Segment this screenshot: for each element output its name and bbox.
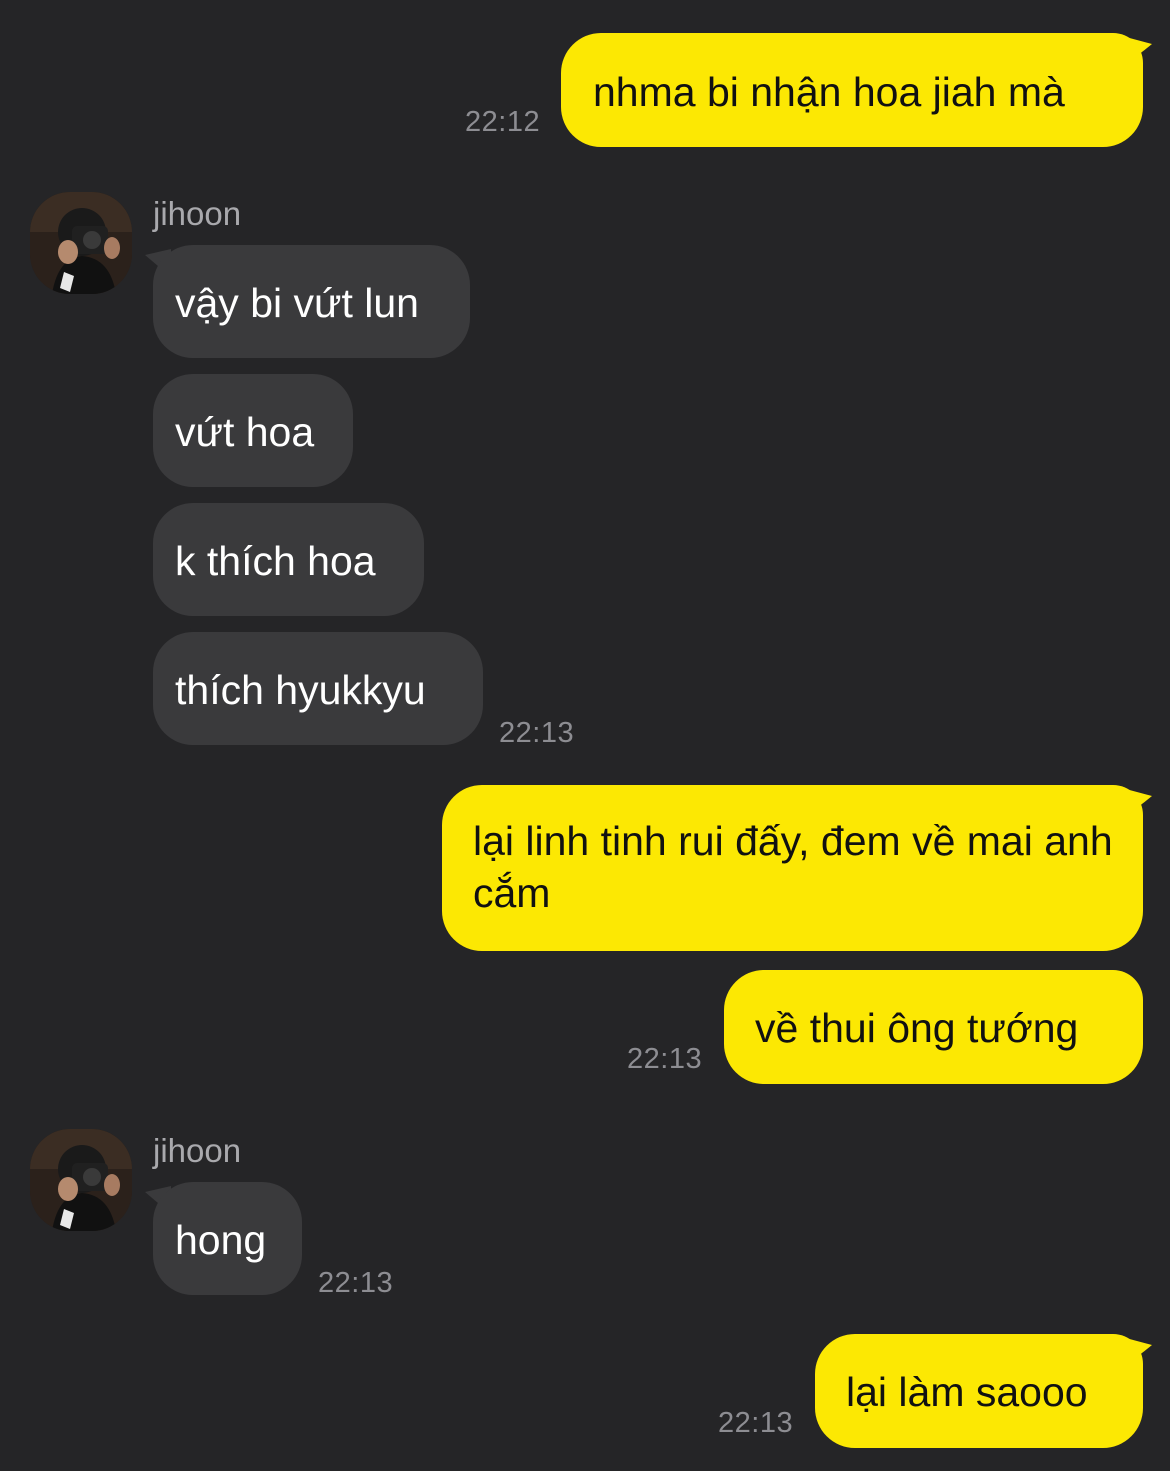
message-text: vậy bi vứt lun [175,280,419,326]
outgoing-message-bubble[interactable]: nhma bi nhận hoa jiah mà [561,33,1143,147]
incoming-message-bubble[interactable]: thích hyukkyu [153,632,483,745]
message-text: k thích hoa [175,538,376,584]
bubble-tail [1122,1337,1152,1369]
message-text: hong [175,1217,267,1263]
contact-avatar[interactable] [30,192,132,294]
bubble-tail [1122,788,1152,820]
sender-name: jihoon [153,1132,242,1169]
message-text: nhma bi nhận hoa jiah mà [593,69,1065,115]
message-timestamp: 22:13 [718,1407,794,1439]
incoming-message-bubble[interactable]: hong [153,1182,302,1295]
message-timestamp: 22:13 [318,1267,394,1299]
message-text: vứt hoa [175,409,315,455]
message-timestamp: 22:12 [465,106,541,138]
incoming-message-bubble[interactable]: vứt hoa [153,374,353,487]
sender-name: jihoon [153,195,242,232]
message-timestamp: 22:13 [627,1043,703,1075]
outgoing-message-bubble[interactable]: lại linh tinh rui đấy, đem về mai anh cắ… [442,785,1143,951]
bubble-tail [1122,36,1152,68]
message-timestamp: 22:13 [499,717,575,749]
message-text: lại linh tinh rui đấy, đem về mai anh cắ… [473,818,1113,916]
avatar-photo-icon [30,1129,132,1231]
incoming-message-bubble[interactable]: k thích hoa [153,503,424,616]
contact-avatar[interactable] [30,1129,132,1231]
message-text: thích hyukkyu [175,667,426,713]
outgoing-message-bubble[interactable]: về thui ông tướng [724,970,1143,1084]
incoming-message-bubble[interactable]: vậy bi vứt lun [153,245,470,358]
avatar-photo-icon [30,192,132,294]
outgoing-message-bubble[interactable]: lại làm saooo [815,1334,1143,1448]
message-text: lại làm saooo [846,1369,1088,1415]
message-text: về thui ông tướng [755,1005,1079,1051]
